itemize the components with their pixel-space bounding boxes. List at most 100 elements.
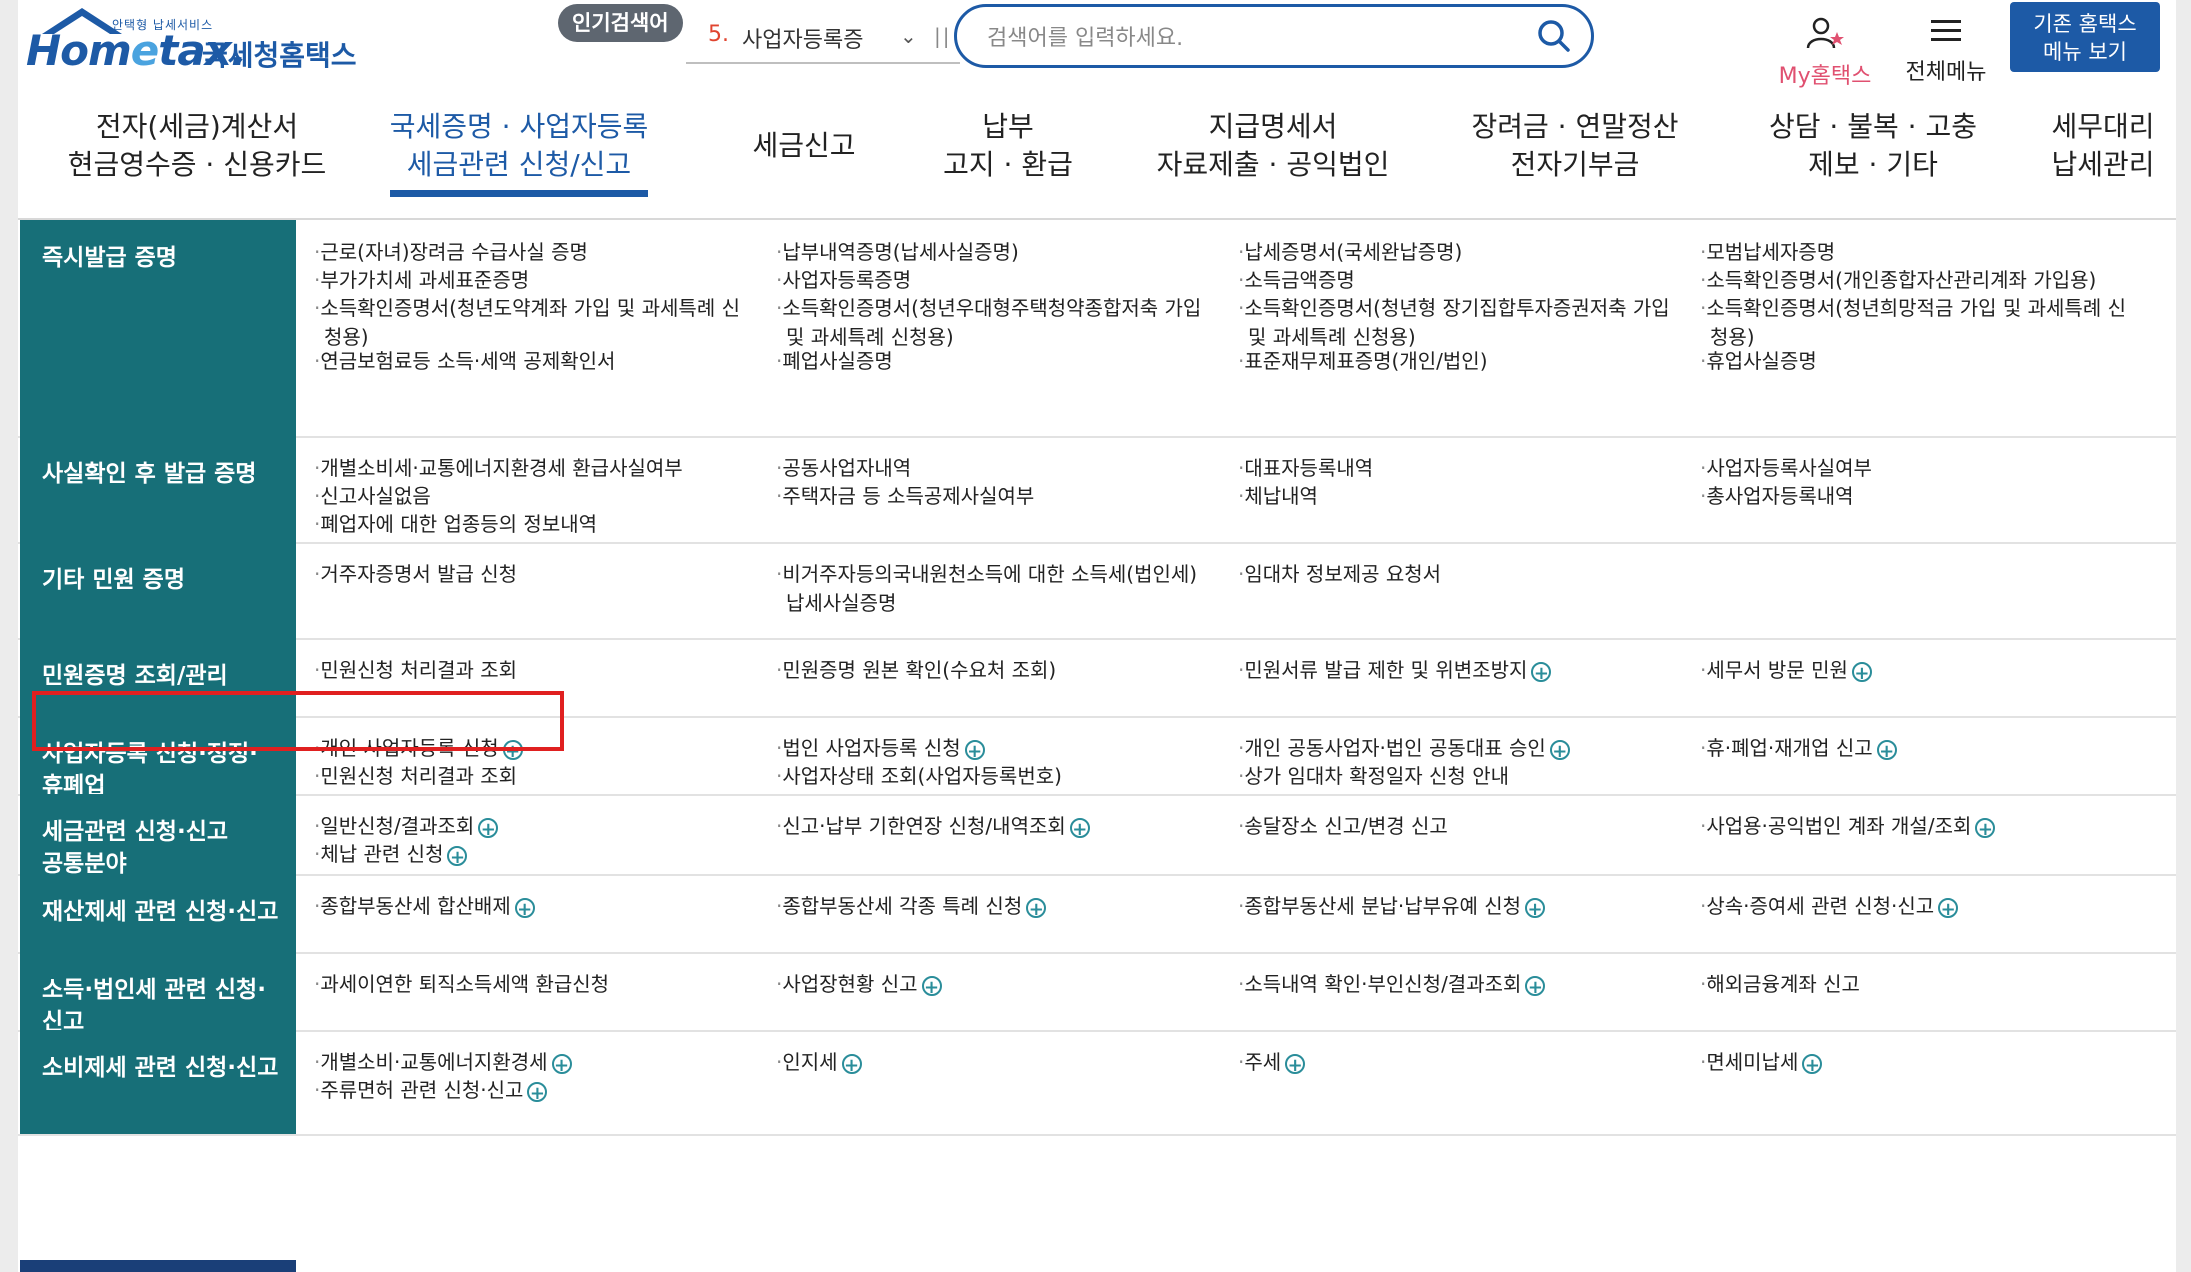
- menu-link[interactable]: ·휴업사실증명: [1700, 347, 1817, 376]
- menu-link-label: 해외금융계좌 신고: [1706, 972, 1860, 996]
- menu-link[interactable]: ·폐업자에 대한 업종등의 정보내역: [314, 510, 597, 539]
- plus-circle-icon[interactable]: +: [1549, 739, 1570, 761]
- menu-link[interactable]: ·주택자금 등 소득공제사실여부: [776, 482, 1034, 511]
- menu-link[interactable]: ·사업용·공익법인 계좌 개설/조회 +: [1700, 812, 1996, 841]
- section-row: 세금관련 신청·신고 공통분야 ·일반신청/결과조회 + ·신고·납부 기한연장 신청/…: [18, 794, 2176, 877]
- all-menu-button[interactable]: 전체메뉴: [1896, 16, 1996, 86]
- menu-link[interactable]: ·종합부동산세 합산배제 +: [314, 892, 535, 921]
- menu-link[interactable]: ·소득금액증명: [1238, 266, 1355, 295]
- menu-link[interactable]: ·총사업자등록내역: [1700, 482, 1854, 511]
- plus-circle-icon[interactable]: +: [447, 845, 468, 867]
- menu-link[interactable]: ·상가 임대차 확정일자 신청 안내: [1238, 762, 1509, 791]
- nav-tab-tax-agent[interactable]: 세무대리 납세관리: [2028, 108, 2178, 184]
- menu-link[interactable]: ·종합부동산세 분납·납부유예 신청 +: [1238, 892, 1546, 921]
- menu-link[interactable]: ·모범납세자증명: [1700, 238, 1835, 267]
- menu-link-label: 인지세: [782, 1050, 838, 1074]
- menu-link[interactable]: ·사업자등록사실여부: [1700, 454, 1872, 483]
- plus-circle-icon[interactable]: +: [841, 1053, 862, 1075]
- menu-link[interactable]: ·근로(자녀)장려금 수급사실 증명: [314, 238, 588, 267]
- nav-tab-tax-return[interactable]: 세금신고: [724, 127, 884, 165]
- plus-circle-icon[interactable]: +: [1525, 975, 1546, 997]
- plus-circle-icon[interactable]: +: [1525, 897, 1546, 919]
- plus-circle-icon[interactable]: +: [551, 1053, 572, 1075]
- menu-link[interactable]: ·연금보험료등 소득·세액 공제확인서: [314, 347, 615, 376]
- menu-link[interactable]: ·법인 사업자등록 신청 +: [776, 734, 985, 763]
- plus-circle-icon[interactable]: +: [1938, 897, 1959, 919]
- menu-link[interactable]: ·부가가치세 과세표준증명: [314, 266, 529, 295]
- menu-link[interactable]: ·세무서 방문 민원 +: [1700, 656, 1872, 685]
- menu-link[interactable]: ·일반신청/결과조회 +: [314, 812, 499, 841]
- menu-link[interactable]: ·소득내역 확인·부인신청/결과조회 +: [1238, 970, 1546, 999]
- menu-link[interactable]: ·인지세 +: [776, 1048, 862, 1077]
- menu-link[interactable]: ·소득확인증명서(청년희망적금 가입 및 과세특례 신 청용): [1700, 294, 2126, 352]
- menu-link[interactable]: ·휴·폐업·재개업 신고 +: [1700, 734, 1897, 763]
- my-hometax-button[interactable]: My홈택스: [1770, 16, 1880, 90]
- menu-link[interactable]: ·개별소비세·교통에너지환경세 환급사실여부: [314, 454, 683, 483]
- nav-tab-payment[interactable]: 납부 고지 · 환급: [918, 108, 1098, 184]
- chevron-down-icon[interactable]: ⌄: [900, 24, 917, 48]
- nav-tab-incentives[interactable]: 장려금 · 연말정산 전자기부금: [1440, 108, 1710, 184]
- plus-circle-icon[interactable]: +: [478, 817, 499, 839]
- plus-circle-icon[interactable]: +: [514, 897, 535, 919]
- menu-link[interactable]: ·비거주자등의국내원천소득에 대한 소득세(법인세) 납세사실증명: [776, 560, 1197, 618]
- plus-circle-icon[interactable]: +: [964, 739, 985, 761]
- menu-link[interactable]: ·개별소비·교통에너지환경세 +: [314, 1048, 572, 1077]
- menu-link[interactable]: ·민원신청 처리결과 조회: [314, 656, 517, 685]
- menu-link[interactable]: ·임대차 정보제공 요청서: [1238, 560, 1441, 589]
- plus-circle-icon[interactable]: +: [1069, 817, 1090, 839]
- menu-link[interactable]: ·폐업사실증명: [776, 347, 893, 376]
- menu-link[interactable]: ·체납내역: [1238, 482, 1318, 511]
- plus-circle-icon[interactable]: +: [1531, 661, 1552, 683]
- legacy-menu-button[interactable]: 기존 홈택스 메뉴 보기: [2010, 2, 2160, 72]
- plus-circle-icon[interactable]: +: [1285, 1053, 1306, 1075]
- menu-link[interactable]: ·상속·증여세 관련 신청·신고 +: [1700, 892, 1959, 921]
- menu-link-label: 종합부동산세 분납·납부유예 신청: [1244, 894, 1522, 918]
- menu-link[interactable]: ·소득확인증명서(청년형 장기집합투자증권저축 가입 및 과세특례 신청용): [1238, 294, 1670, 352]
- menu-link[interactable]: ·개인 공동사업자·법인 공동대표 승인 +: [1238, 734, 1570, 763]
- menu-link[interactable]: ·신고사실없음: [314, 482, 431, 511]
- menu-link[interactable]: ·거주자증명서 발급 신청: [314, 560, 517, 589]
- menu-link[interactable]: ·민원서류 발급 제한 및 위변조방지 +: [1238, 656, 1552, 685]
- menu-link[interactable]: ·면세미납세 +: [1700, 1048, 1823, 1077]
- menu-link[interactable]: ·체납 관련 신청 +: [314, 840, 468, 869]
- plus-circle-icon[interactable]: +: [921, 975, 942, 997]
- plus-circle-icon[interactable]: +: [1026, 897, 1047, 919]
- menu-link[interactable]: ·사업장현황 신고 +: [776, 970, 942, 999]
- search-input[interactable]: [985, 17, 1529, 59]
- menu-link[interactable]: ·과세이연한 퇴직소득세액 환급신청: [314, 970, 609, 999]
- menu-link[interactable]: ·신고·납부 기한연장 신청/내역조회 +: [776, 812, 1090, 841]
- nav-tab-consultation[interactable]: 상담 · 불복 · 고충 제보 · 기타: [1738, 108, 2008, 184]
- search-icon[interactable]: [1537, 19, 1571, 53]
- plus-circle-icon[interactable]: +: [1876, 739, 1897, 761]
- menu-link[interactable]: ·대표자등록내역: [1238, 454, 1373, 483]
- menu-link[interactable]: ·표준재무제표증명(개인/법인): [1238, 347, 1488, 376]
- popular-search-ticker[interactable]: 5. 사업자등록증 ⌄ ||: [686, 10, 960, 64]
- menu-link[interactable]: ·송달장소 신고/변경 신고: [1238, 812, 1448, 841]
- menu-link[interactable]: ·납세증명서(국세완납증명): [1238, 238, 1462, 267]
- menu-link[interactable]: ·사업자등록증명: [776, 266, 911, 295]
- menu-link[interactable]: ·소득확인증명서(개인종합자산관리계좌 가입용): [1700, 266, 2096, 295]
- plus-circle-icon[interactable]: +: [1851, 661, 1872, 683]
- menu-link[interactable]: ·해외금융계좌 신고: [1700, 970, 1860, 999]
- nav-tab-certificates[interactable]: 국세증명 · 사업자등록 세금관련 신청/신고: [384, 108, 654, 184]
- menu-link[interactable]: ·민원증명 원본 확인(수요처 조회): [776, 656, 1056, 685]
- menu-link[interactable]: ·납부내역증명(납세사실증명): [776, 238, 1019, 267]
- nav-tab-payment-statements[interactable]: 지급명세서 자료제출 · 공익법인: [1138, 108, 1408, 184]
- plus-circle-icon[interactable]: +: [1802, 1053, 1823, 1075]
- plus-circle-icon[interactable]: +: [527, 1081, 548, 1103]
- menu-link[interactable]: ·민원신청 처리결과 조회: [314, 762, 517, 791]
- menu-link[interactable]: ·공동사업자내역: [776, 454, 911, 483]
- hometax-logo[interactable]: 안택형 납세서비스 Hometax. 국세청홈택스: [22, 4, 362, 75]
- menu-link-label: 소득확인증명서(청년도약계좌 가입 및 과세특례 신: [320, 296, 740, 320]
- plus-circle-icon[interactable]: +: [1975, 817, 1996, 839]
- menu-link[interactable]: ·주류면허 관련 신청·신고 +: [314, 1076, 548, 1105]
- menu-link-label: 공동사업자내역: [782, 456, 912, 480]
- menu-link[interactable]: ·소득확인증명서(청년도약계좌 가입 및 과세특례 신 청용): [314, 294, 740, 352]
- pause-icon[interactable]: ||: [934, 24, 951, 48]
- menu-link[interactable]: ·종합부동산세 각종 특례 신청 +: [776, 892, 1047, 921]
- nav-tab-e-invoice[interactable]: 전자(세금)계산서 현금영수증 · 신용카드: [62, 108, 332, 184]
- menu-link[interactable]: ·사업자상태 조회(사업자등록번호): [776, 762, 1062, 791]
- menu-link[interactable]: ·주세 +: [1238, 1048, 1306, 1077]
- popular-term[interactable]: 사업자등록증: [742, 22, 863, 54]
- menu-link[interactable]: ·소득확인증명서(청년우대형주택청약종합저축 가입 및 과세특례 신청용): [776, 294, 1201, 352]
